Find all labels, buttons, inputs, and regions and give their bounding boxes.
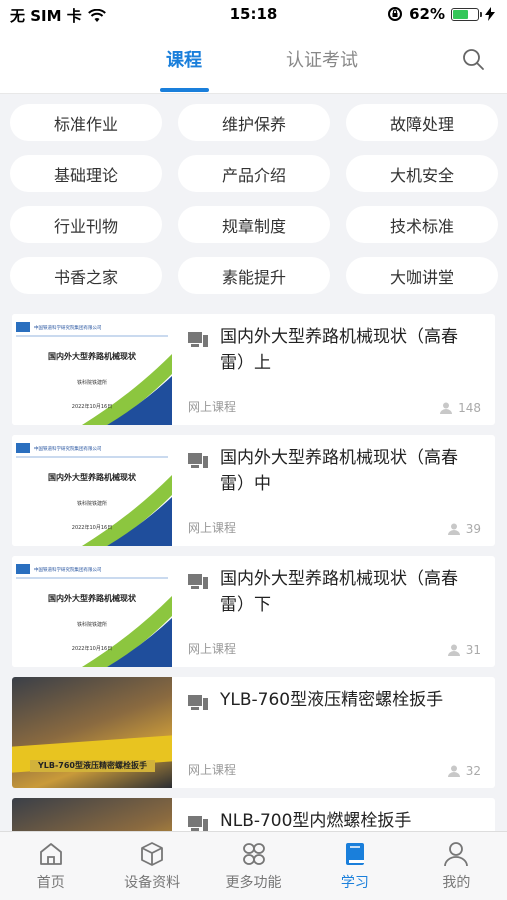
course-title: 国内外大型养路机械现状（高春雷）上 bbox=[220, 327, 458, 373]
slide-org: 中国铁道科学研究院集团有限公司 bbox=[34, 566, 102, 573]
category-chip[interactable]: 大咖讲堂 bbox=[346, 257, 498, 294]
tab-certification-exam[interactable]: 认证考试 bbox=[286, 46, 358, 72]
slide-heading: 国内外大型养路机械现状 bbox=[48, 351, 137, 361]
slide-thumbnail-graphic: 中国铁道科学研究院集团有限公司 国内外大型养路机械现状 铁科院铁建所 2022年… bbox=[12, 435, 172, 546]
tabbar-home[interactable]: 首页 bbox=[0, 832, 101, 900]
view-count: 32 bbox=[465, 764, 481, 778]
course-card[interactable]: 中国铁道科学研究院集团有限公司 国内外大型养路机械现状 铁科院铁建所 2022年… bbox=[12, 556, 495, 667]
course-card-body: 国内外大型养路机械现状（高春雷）下 网上课程 31 bbox=[172, 556, 495, 667]
battery-level bbox=[453, 9, 468, 19]
slide-org: 中国铁道科学研究院集团有限公司 bbox=[34, 324, 102, 331]
category-chip[interactable]: 基础理论 bbox=[10, 155, 162, 192]
course-title: YLB-760型液压精密螺栓扳手 bbox=[220, 690, 444, 710]
course-card[interactable]: 中国铁道科学研究院集团有限公司 国内外大型养路机械现状 铁科院铁建所 2022年… bbox=[12, 314, 495, 425]
course-card[interactable]: 中国铁道科学研究院集团有限公司 国内外大型养路机械现状 铁科院铁建所 2022年… bbox=[12, 435, 495, 546]
slide-date: 2022年10月16日 bbox=[72, 645, 112, 652]
tabbar-equipment-label: 设备资料 bbox=[124, 875, 181, 891]
person-icon bbox=[447, 765, 460, 777]
course-thumbnail: 中国铁道科学研究院集团有限公司 国内外大型养路机械现状 铁科院铁建所 2022年… bbox=[12, 556, 172, 667]
category-chip[interactable]: 行业刊物 bbox=[10, 206, 162, 243]
course-views: 32 bbox=[447, 764, 481, 778]
tabbar-more-label: 更多功能 bbox=[225, 875, 282, 891]
course-card-body: 国内外大型养路机械现状（高春雷）中 网上课程 39 bbox=[172, 435, 495, 546]
slide-subtitle: 铁科院铁建所 bbox=[77, 500, 107, 507]
status-right: 62% bbox=[387, 5, 495, 23]
slide-thumbnail-graphic: 中国铁道科学研究院集团有限公司 国内外大型养路机械现状 铁科院铁建所 2022年… bbox=[12, 556, 172, 667]
slide-date: 2022年10月16日 bbox=[72, 403, 112, 410]
tab-course[interactable]: 课程 bbox=[166, 46, 202, 72]
tabbar-study-label: 学习 bbox=[340, 875, 369, 891]
category-chip[interactable]: 素能提升 bbox=[178, 257, 330, 294]
bottom-tab-bar: 首页 设备资料 更多功能 学习 我的 bbox=[0, 831, 507, 900]
active-tab-indicator bbox=[160, 88, 209, 92]
view-count: 31 bbox=[465, 643, 481, 657]
slide-date: 2022年10月16日 bbox=[72, 524, 112, 531]
course-thumbnail: 中国铁道科学研究院集团有限公司 国内外大型养路机械现状 铁科院铁建所 2022年… bbox=[12, 314, 172, 425]
slide-heading: 国内外大型养路机械现状 bbox=[48, 593, 137, 603]
status-bar: 无 SIM 卡 15:18 62% bbox=[0, 0, 507, 30]
video-course-icon bbox=[188, 695, 208, 710]
category-grid: 标准作业 维护保养 故障处理 基础理论 产品介绍 大机安全 行业刊物 规章制度 … bbox=[10, 104, 498, 294]
grid-icon bbox=[242, 843, 265, 865]
battery-icon bbox=[451, 7, 482, 21]
home-icon bbox=[39, 843, 62, 865]
tabbar-more[interactable]: 更多功能 bbox=[203, 832, 304, 900]
video-course-icon bbox=[188, 453, 208, 468]
category-chip[interactable]: 技术标准 bbox=[346, 206, 498, 243]
tabbar-study[interactable]: 学习 bbox=[304, 832, 405, 900]
category-chip[interactable]: 标准作业 bbox=[10, 104, 162, 141]
category-chip[interactable]: 故障处理 bbox=[346, 104, 498, 141]
person-icon bbox=[440, 402, 453, 414]
slide-heading: 国内外大型养路机械现状 bbox=[48, 472, 137, 482]
course-views: 31 bbox=[447, 643, 481, 657]
course-title: 国内外大型养路机械现状（高春雷）中 bbox=[220, 448, 458, 494]
charging-icon bbox=[485, 7, 495, 21]
course-type: 网上课程 bbox=[188, 521, 237, 535]
header: 课程 认证考试 bbox=[0, 30, 507, 94]
view-count: 39 bbox=[465, 522, 481, 536]
tabbar-equipment[interactable]: 设备资料 bbox=[101, 832, 202, 900]
course-type: 网上课程 bbox=[188, 400, 237, 414]
search-icon[interactable] bbox=[461, 47, 485, 71]
course-thumbnail: 中国铁道科学研究院集团有限公司 国内外大型养路机械现状 铁科院铁建所 2022年… bbox=[12, 435, 172, 546]
course-type: 网上课程 bbox=[188, 642, 237, 656]
user-icon bbox=[444, 842, 469, 867]
cube-icon bbox=[141, 842, 164, 866]
tabbar-me-label: 我的 bbox=[442, 875, 471, 891]
thumbnail-caption: YLB-760型液压精密螺栓扳手 bbox=[30, 760, 155, 772]
category-chip[interactable]: 维护保养 bbox=[178, 104, 330, 141]
tabbar-me[interactable]: 我的 bbox=[406, 832, 507, 900]
course-card-body: YLB-760型液压精密螺栓扳手 网上课程 32 bbox=[172, 677, 495, 788]
course-card[interactable]: YLB-760型液压精密螺栓扳手 YLB-760型液压精密螺栓扳手 网上课程 3… bbox=[12, 677, 495, 788]
video-course-icon bbox=[188, 574, 208, 589]
book-icon bbox=[345, 843, 364, 865]
course-thumbnail: YLB-760型液压精密螺栓扳手 bbox=[12, 677, 172, 788]
battery-percent: 62% bbox=[409, 5, 445, 23]
slide-subtitle: 铁科院铁建所 bbox=[77, 621, 107, 628]
slide-thumbnail-graphic: 中国铁道科学研究院集团有限公司 国内外大型养路机械现状 铁科院铁建所 2022年… bbox=[12, 314, 172, 425]
category-chip[interactable]: 产品介绍 bbox=[178, 155, 330, 192]
slide-org: 中国铁道科学研究院集团有限公司 bbox=[34, 445, 102, 452]
video-course-icon bbox=[188, 332, 208, 347]
person-icon bbox=[447, 644, 460, 656]
course-list: 中国铁道科学研究院集团有限公司 国内外大型养路机械现状 铁科院铁建所 2022年… bbox=[12, 314, 495, 900]
course-type: 网上课程 bbox=[188, 763, 237, 777]
course-views: 148 bbox=[440, 401, 481, 415]
category-chip[interactable]: 规章制度 bbox=[178, 206, 330, 243]
orientation-lock-icon bbox=[388, 7, 403, 21]
course-title: 国内外大型养路机械现状（高春雷）下 bbox=[220, 569, 458, 615]
course-card-body: 国内外大型养路机械现状（高春雷）上 网上课程 148 bbox=[172, 314, 495, 425]
person-icon bbox=[447, 523, 460, 535]
tabbar-home-label: 首页 bbox=[36, 875, 65, 891]
view-count: 148 bbox=[458, 401, 481, 415]
category-chip[interactable]: 大机安全 bbox=[346, 155, 498, 192]
slide-subtitle: 铁科院铁建所 bbox=[77, 379, 107, 386]
course-views: 39 bbox=[447, 522, 481, 536]
category-chip[interactable]: 书香之家 bbox=[10, 257, 162, 294]
